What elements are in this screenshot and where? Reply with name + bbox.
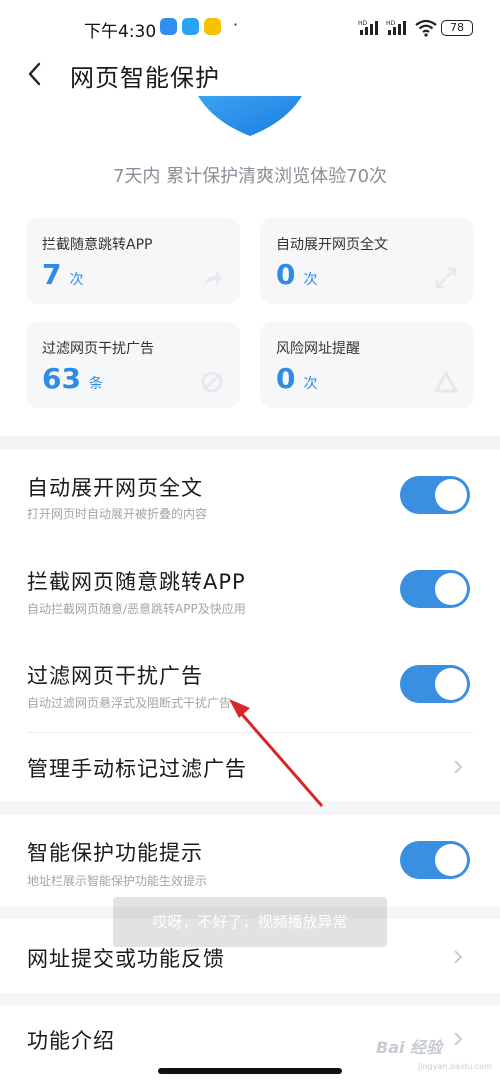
header: 网页智能保护 — [0, 52, 500, 98]
setting-subtitle: 自动拦截网页随意/恶意跳转APP及快应用 — [27, 602, 246, 616]
setting-subtitle: 打开网页时自动展开被折叠的内容 — [27, 507, 208, 521]
stat-label: 自动展开网页全文 — [276, 237, 388, 253]
stat-label: 拦截随意跳转APP — [42, 237, 153, 253]
home-indicator[interactable] — [158, 1068, 342, 1074]
smart-tip-toggle[interactable] — [400, 841, 470, 879]
stat-value: 0 — [276, 362, 296, 395]
setting-title: 智能保护功能提示 — [27, 841, 203, 865]
stat-value: 63 — [42, 362, 81, 395]
expand-icon — [435, 267, 457, 289]
stat-label: 过滤网页干扰广告 — [42, 341, 154, 357]
chevron-right-icon — [454, 1032, 463, 1046]
battery-icon: 78 — [441, 20, 473, 36]
section-divider — [0, 436, 500, 450]
baidu-watermark: Bai 经验 — [376, 1038, 443, 1057]
hd-label: HD — [358, 20, 368, 27]
app-icon — [204, 18, 221, 35]
setting-auto-expand: 自动展开网页全文 打开网页时自动展开被折叠的内容 — [0, 450, 500, 542]
block-redirect-toggle[interactable] — [400, 570, 470, 608]
redirect-icon — [204, 271, 222, 286]
kuaishou-icon — [160, 18, 177, 35]
filter-ads-toggle[interactable] — [400, 665, 470, 703]
stat-label: 风险网址提醒 — [276, 341, 360, 357]
chevron-right-icon — [454, 950, 463, 964]
section-divider — [0, 801, 500, 815]
section-divider — [0, 993, 500, 1005]
error-toast: 哎呀，不好了，视频播放异常 — [113, 897, 387, 947]
signal-icon: HD — [358, 20, 378, 35]
setting-smart-tip: 智能保护功能提示 地址栏展示智能保护功能生效提示 — [0, 815, 500, 907]
stat-value: 0 — [276, 258, 296, 291]
back-arrow-icon[interactable] — [24, 61, 46, 87]
setting-title: 拦截网页随意跳转APP — [27, 570, 246, 594]
hd-label: HD — [386, 20, 396, 27]
setting-subtitle: 自动过滤网页悬浮式及阻断式干扰广告 — [27, 696, 232, 710]
protection-summary: 7天内 累计保护清爽浏览体验70次 — [112, 166, 388, 187]
baidu-watermark-url: jingyan.baidu.com — [418, 1062, 492, 1071]
shield-icon — [198, 96, 302, 136]
stat-card-expand: 自动展开网页全文 0 次 — [260, 218, 474, 304]
block-ad-icon — [201, 371, 223, 393]
stat-unit: 次 — [303, 376, 318, 392]
manage-marked-ads-row[interactable]: 管理手动标记过滤广告 — [0, 733, 500, 801]
chevron-right-icon — [454, 760, 463, 774]
manage-marked-ads-label: 管理手动标记过滤广告 — [27, 757, 247, 781]
setting-block-redirect: 拦截网页随意跳转APP 自动拦截网页随意/恶意跳转APP及快应用 — [0, 542, 500, 634]
status-time: 下午4:30 — [84, 22, 157, 42]
stat-value: 7 — [42, 258, 62, 291]
setting-title: 自动展开网页全文 — [27, 476, 203, 500]
signal-icon: HD — [386, 20, 406, 35]
setting-filter-ads: 过滤网页干扰广告 自动过滤网页悬浮式及阻断式干扰广告 — [0, 634, 500, 730]
intro-label: 功能介绍 — [27, 1029, 115, 1053]
status-bar: 下午4:30 · HD HD 78 — [0, 0, 500, 52]
feedback-label: 网址提交或功能反馈 — [27, 947, 225, 971]
stat-card-ads: 过滤网页干扰广告 63 条 — [26, 322, 240, 408]
stat-unit: 次 — [303, 272, 318, 288]
stat-unit: 次 — [69, 272, 84, 288]
stat-unit: 条 — [88, 376, 103, 392]
page-title: 网页智能保护 — [70, 64, 220, 92]
stat-card-risk: 风险网址提醒 0 次 — [260, 322, 474, 408]
auto-expand-toggle[interactable] — [400, 476, 470, 514]
setting-subtitle: 地址栏展示智能保护功能生效提示 — [27, 874, 208, 888]
wifi-icon — [415, 19, 437, 37]
setting-title: 过滤网页干扰广告 — [27, 664, 203, 688]
message-icon — [182, 18, 199, 35]
stat-card-redirect: 拦截随意跳转APP 7 次 — [26, 218, 240, 304]
warning-icon — [434, 371, 458, 393]
notification-dot: · — [233, 15, 239, 34]
